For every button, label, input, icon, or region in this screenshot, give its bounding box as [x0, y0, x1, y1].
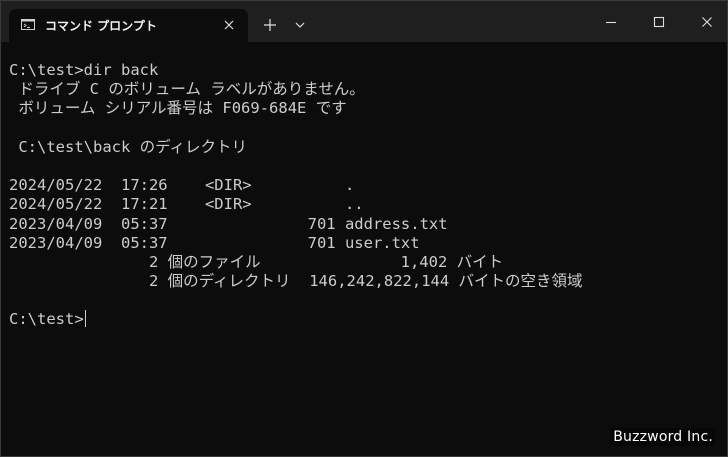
title-bar: コマンド プロンプト [1, 1, 727, 42]
close-icon[interactable] [700, 15, 714, 29]
terminal-line: C:\test>dir back [9, 61, 159, 79]
chevron-down-icon[interactable] [292, 18, 308, 32]
tab-command-prompt[interactable]: コマンド プロンプト [9, 9, 248, 42]
terminal-line: 2 個のファイル 1,402 バイト [9, 252, 504, 271]
terminal-line: 2023/04/09 05:37 701 address.txt [9, 214, 448, 233]
plus-icon[interactable] [261, 16, 279, 34]
text-cursor [84, 310, 86, 328]
terminal-line: ボリューム シリアル番号は F069-684E です [9, 99, 347, 118]
prompt: C:\test> [9, 310, 84, 329]
terminal-output[interactable]: C:\test>dir back ドライブ C のボリューム ラベルがありません… [9, 61, 719, 451]
watermark: Buzzword Inc. [611, 428, 715, 446]
terminal-line: 2 個のディレクトリ 146,242,822,144 バイトの空き領域 [9, 272, 583, 291]
terminal-line: 2024/05/22 17:26 <DIR> . [9, 176, 355, 195]
terminal-line: C:\test\back のディレクトリ [9, 137, 248, 156]
maximize-icon[interactable] [652, 15, 666, 29]
tab-title: コマンド プロンプト [45, 19, 157, 33]
prompt-line[interactable]: C:\test> [9, 310, 719, 329]
minimize-icon[interactable] [604, 15, 618, 29]
terminal-window: コマンド プロンプト C:\test>dir back ドライブ C のボリュー… [0, 0, 728, 457]
terminal-line: 2023/04/09 05:37 701 user.txt [9, 233, 420, 252]
cmd-icon [21, 19, 35, 30]
terminal-line: 2024/05/22 17:21 <DIR> .. [9, 195, 364, 214]
close-icon[interactable] [222, 18, 236, 32]
terminal-line: ドライブ C のボリューム ラベルがありません。 [9, 80, 365, 99]
